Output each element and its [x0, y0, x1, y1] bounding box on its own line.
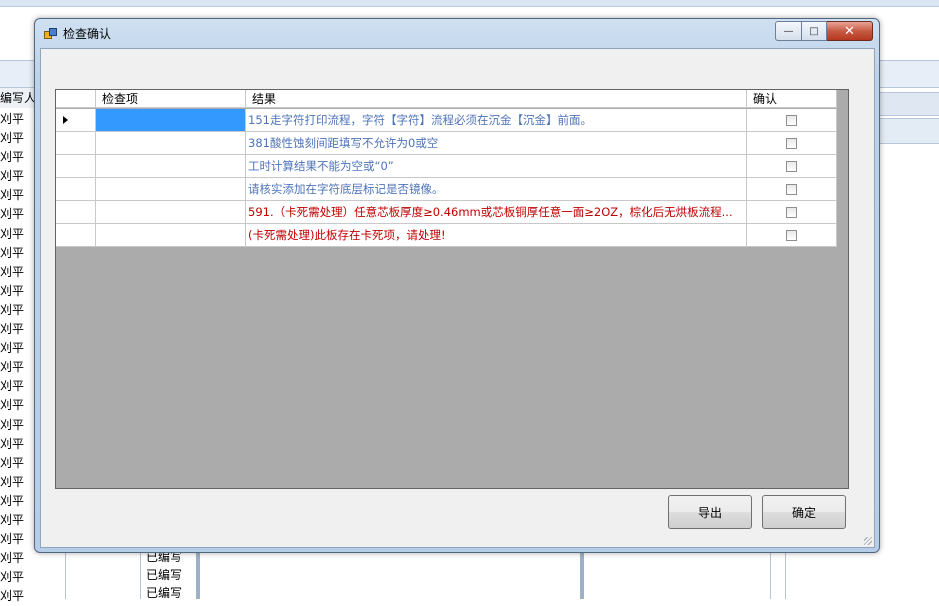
row-header-corner[interactable] [56, 90, 96, 108]
background-list-item[interactable]: 刈平 [0, 454, 36, 473]
grid-header: 检查项 结果 确认 [56, 90, 837, 109]
current-row-arrow-icon [63, 116, 68, 124]
column-header-confirm[interactable]: 确认 [747, 90, 837, 108]
item-cell[interactable] [96, 155, 246, 178]
row-header[interactable] [56, 224, 96, 247]
background-list-item[interactable]: 刈平 [0, 473, 36, 492]
background-splitter[interactable] [580, 545, 584, 599]
item-cell[interactable] [96, 178, 246, 201]
row-header[interactable] [56, 109, 96, 132]
background-list-item[interactable]: 刈平 [0, 186, 36, 205]
row-header[interactable] [56, 178, 96, 201]
window-controls: — □ ✕ [775, 21, 873, 41]
background-status-cell: 已编写 [146, 568, 183, 582]
background-list-item[interactable]: 刈平 [0, 205, 36, 224]
export-button[interactable]: 导出 [668, 495, 752, 529]
background-list-item[interactable]: 刈平 [0, 110, 36, 129]
background-list-item[interactable]: 刈平 [0, 511, 36, 530]
confirm-checkbox[interactable] [786, 137, 797, 149]
background-list-item[interactable]: 刈平 [0, 568, 36, 587]
minimize-button[interactable]: — [775, 21, 802, 41]
background-list-item[interactable]: 刈平 [0, 167, 36, 186]
confirm-cell [747, 109, 837, 132]
background-list: 刈平 刈平 刈平 刈平 刈平 刈平 刈平 刈平 刈平 刈平 刈平 刈平 刈平 刈平 刈平 刈平 刈平 刈平 刈平 刈平… [0, 110, 36, 606]
background-list-item[interactable]: 刈平 [0, 492, 36, 511]
ok-button[interactable]: 确定 [762, 495, 846, 529]
confirm-cell [747, 155, 837, 178]
background-divider [770, 545, 771, 599]
background-list-item[interactable]: 刈平 [0, 435, 36, 454]
maximize-button[interactable]: □ [802, 21, 827, 41]
background-status-list: 已编写 已编写 已编写 [146, 548, 194, 602]
item-cell[interactable] [96, 201, 246, 224]
background-column-header[interactable]: 编写人 [0, 88, 37, 108]
item-cell[interactable] [96, 224, 246, 247]
background-list-item[interactable]: 刈平 [0, 530, 36, 549]
background-list-item[interactable]: 刈平 [0, 129, 36, 148]
confirm-checkbox[interactable] [786, 160, 797, 172]
grid-row[interactable]: 151走字符打印流程，字符【字符】流程必须在沉金【沉金】前面。 [56, 109, 837, 132]
grid-row[interactable]: 381酸性蚀刻间距填写不允许为0或空 [56, 132, 837, 155]
confirm-cell [747, 201, 837, 224]
background-list-item[interactable]: 刈平 [0, 549, 36, 568]
background-list-item[interactable]: 刈平 [0, 148, 36, 167]
result-cell[interactable]: 请核实添加在字符底层标记是否镜像。 [246, 178, 747, 201]
confirm-checkbox[interactable] [786, 229, 797, 241]
result-cell[interactable]: 151走字符打印流程，字符【字符】流程必须在沉金【沉金】前面。 [246, 109, 747, 132]
background-list-item[interactable]: 刈平 [0, 396, 36, 415]
background-list-item[interactable]: 刈平 [0, 587, 36, 606]
grid-row[interactable]: (卡死需处理)此板存在卡死项，请处理! [56, 224, 837, 247]
background-list-item[interactable]: 刈平 [0, 263, 36, 282]
dialog-client-area: 检查项 结果 确认 151走字符打印流程，字符【字符】流程必须在沉金【沉金】前面… [40, 48, 875, 548]
result-cell[interactable]: 工时计算结果不能为空或“0” [246, 155, 747, 178]
confirm-cell [747, 132, 837, 155]
dialog-title-bar[interactable]: 检查确认 — □ ✕ [35, 19, 879, 47]
result-cell[interactable]: 381酸性蚀刻间距填写不允许为0或空 [246, 132, 747, 155]
close-button[interactable]: ✕ [827, 21, 873, 41]
confirm-checkbox[interactable] [786, 206, 797, 218]
background-status-cell: 已编写 [146, 586, 183, 600]
background-list-item[interactable]: 刈平 [0, 282, 36, 301]
confirm-checkbox[interactable] [786, 183, 797, 195]
row-header[interactable] [56, 132, 96, 155]
dialog-title: 检查确认 [63, 27, 112, 41]
background-list-item[interactable]: 刈平 [0, 377, 36, 396]
confirm-cell [747, 224, 837, 247]
item-cell[interactable] [96, 109, 246, 132]
confirm-cell [747, 178, 837, 201]
background-right-tab [877, 92, 939, 116]
background-list-item[interactable]: 刈平 [0, 416, 36, 435]
row-header[interactable] [56, 155, 96, 178]
background-right-header [877, 118, 939, 144]
grid-body: 151走字符打印流程，字符【字符】流程必须在沉金【沉金】前面。 381酸性蚀刻间距… [56, 109, 837, 247]
background-divider [785, 545, 786, 599]
row-header[interactable] [56, 201, 96, 224]
background-list-item[interactable]: 刈平 [0, 358, 36, 377]
background-list-item[interactable]: 刈平 [0, 225, 36, 244]
resize-grip[interactable] [864, 537, 872, 545]
app-icon [44, 28, 57, 39]
column-header-result[interactable]: 结果 [246, 90, 747, 108]
result-cell[interactable]: (卡死需处理)此板存在卡死项，请处理! [246, 224, 747, 247]
background-list-item[interactable]: 刈平 [0, 301, 36, 320]
background-splitter[interactable] [196, 545, 200, 599]
result-cell[interactable]: 591.（卡死需处理）任意芯板厚度≥0.46mm或芯板铜厚任意一面≥2OZ，棕化… [246, 201, 747, 224]
check-grid[interactable]: 检查项 结果 确认 151走字符打印流程，字符【字符】流程必须在沉金【沉金】前面… [55, 89, 849, 489]
confirm-checkbox[interactable] [786, 114, 797, 126]
column-header-item[interactable]: 检查项 [96, 90, 246, 108]
background-window-topbar [0, 0, 939, 7]
background-list-item[interactable]: 刈平 [0, 320, 36, 339]
grid-row[interactable]: 请核实添加在字符底层标记是否镜像。 [56, 178, 837, 201]
check-confirm-dialog: 检查确认 — □ ✕ 检查项 结果 确认 151走字符打印流程，字符【字符】流程… [34, 18, 880, 553]
grid-row[interactable]: 工时计算结果不能为空或“0” [56, 155, 837, 178]
background-list-item[interactable]: 刈平 [0, 339, 36, 358]
item-cell[interactable] [96, 132, 246, 155]
grid-row[interactable]: 591.（卡死需处理）任意芯板厚度≥0.46mm或芯板铜厚任意一面≥2OZ，棕化… [56, 201, 837, 224]
background-list-item[interactable]: 刈平 [0, 244, 36, 263]
